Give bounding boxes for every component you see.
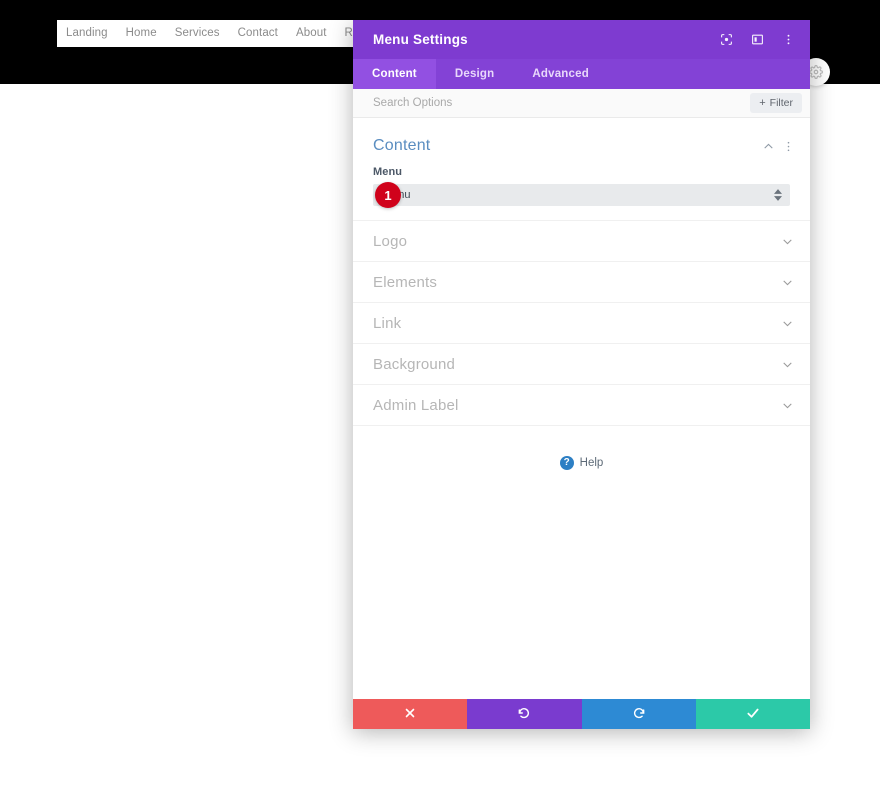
undo-button[interactable]	[467, 699, 582, 729]
step-badge-1: 1	[375, 182, 401, 208]
close-icon	[404, 707, 416, 722]
search-input[interactable]	[373, 97, 751, 109]
focus-target-icon[interactable]	[716, 30, 736, 50]
chevron-down-icon[interactable]	[781, 276, 794, 289]
select-updown-icon	[774, 189, 782, 201]
chevron-down-icon[interactable]	[781, 399, 794, 412]
save-button[interactable]	[695, 699, 810, 729]
redo-icon	[632, 706, 646, 723]
help-icon: ?	[559, 456, 574, 470]
help-label: Help	[579, 457, 604, 469]
filter-button[interactable]: + Filter	[750, 93, 802, 113]
cancel-button[interactable]	[353, 699, 468, 729]
modal-title-actions	[716, 30, 798, 50]
menu-select[interactable]: Menu 1	[373, 182, 790, 208]
section-row-label: Elements	[373, 273, 438, 291]
search-bar: + Filter	[353, 89, 810, 118]
section-row-label: Background	[373, 355, 456, 373]
chevron-up-icon[interactable]	[758, 136, 778, 156]
modal-title: Menu Settings	[373, 32, 468, 47]
nav-item-contact[interactable]: Contact	[229, 20, 287, 47]
modal-tabs: Content Design Advanced	[353, 59, 810, 89]
chevron-down-icon[interactable]	[781, 358, 794, 371]
section-row-label: Admin Label	[373, 396, 459, 414]
nav-item-services[interactable]: Services	[166, 20, 229, 47]
modal-footer	[353, 699, 810, 729]
nav-item-about[interactable]: About	[287, 20, 336, 47]
section-row-label: Logo	[373, 232, 408, 250]
tab-content[interactable]: Content	[353, 59, 436, 89]
panel-layout-icon[interactable]	[747, 30, 767, 50]
nav-item-home[interactable]: Home	[117, 20, 166, 47]
redo-button[interactable]	[581, 699, 696, 729]
chevron-down-icon[interactable]	[781, 317, 794, 330]
section-more-options-icon[interactable]	[778, 136, 798, 156]
undo-icon	[517, 706, 531, 723]
section-row-link[interactable]: Link	[353, 302, 810, 343]
modal-options-scroll[interactable]: Content Menu Menu	[353, 118, 810, 699]
plus-icon: +	[759, 96, 766, 109]
menu-field-label: Menu	[373, 166, 403, 178]
menu-field: Menu Menu 1	[353, 166, 810, 208]
section-content-header[interactable]: Content	[353, 118, 810, 166]
section-row-background[interactable]: Background	[353, 343, 810, 384]
filter-button-label: Filter	[769, 97, 793, 109]
section-row-label: Link	[373, 314, 402, 332]
help-area: ? Help	[353, 425, 810, 470]
tab-advanced[interactable]: Advanced	[513, 59, 608, 89]
tab-design[interactable]: Design	[436, 59, 514, 89]
more-options-icon[interactable]	[778, 30, 798, 50]
chevron-down-icon[interactable]	[781, 235, 794, 248]
section-row-admin-label[interactable]: Admin Label	[353, 384, 810, 425]
help-link[interactable]: ? Help	[559, 456, 604, 470]
modal-titlebar: Menu Settings	[353, 20, 810, 59]
nav-item-landing[interactable]: Landing	[57, 20, 117, 47]
check-icon	[746, 706, 760, 723]
menu-settings-modal: Menu Settings Content Design Advanced Se…	[353, 20, 810, 729]
section-row-elements[interactable]: Elements	[353, 261, 810, 302]
section-content: Content Menu Menu	[353, 118, 810, 220]
section-row-logo[interactable]: Logo	[353, 220, 810, 261]
section-content-title: Content	[373, 137, 431, 154]
